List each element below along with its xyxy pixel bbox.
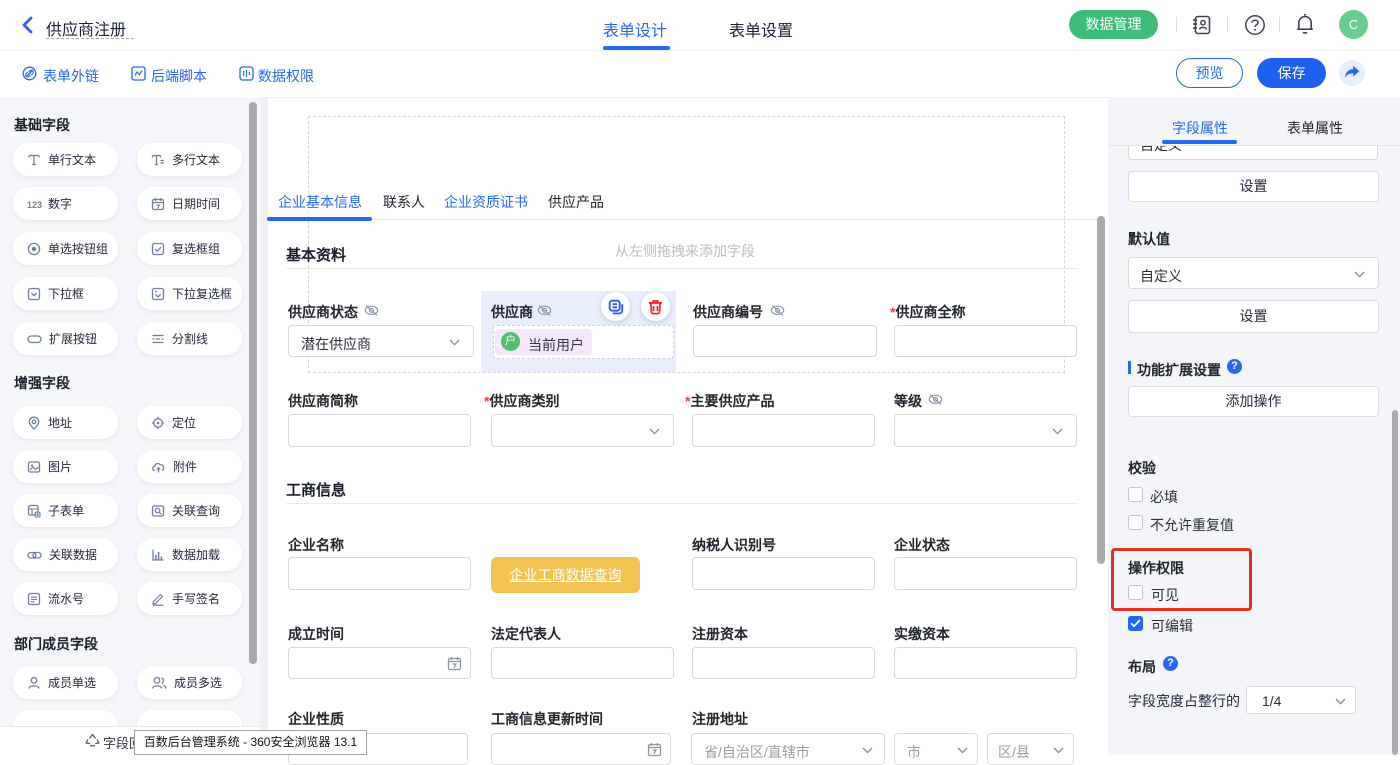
- svg-text:123: 123: [27, 200, 42, 210]
